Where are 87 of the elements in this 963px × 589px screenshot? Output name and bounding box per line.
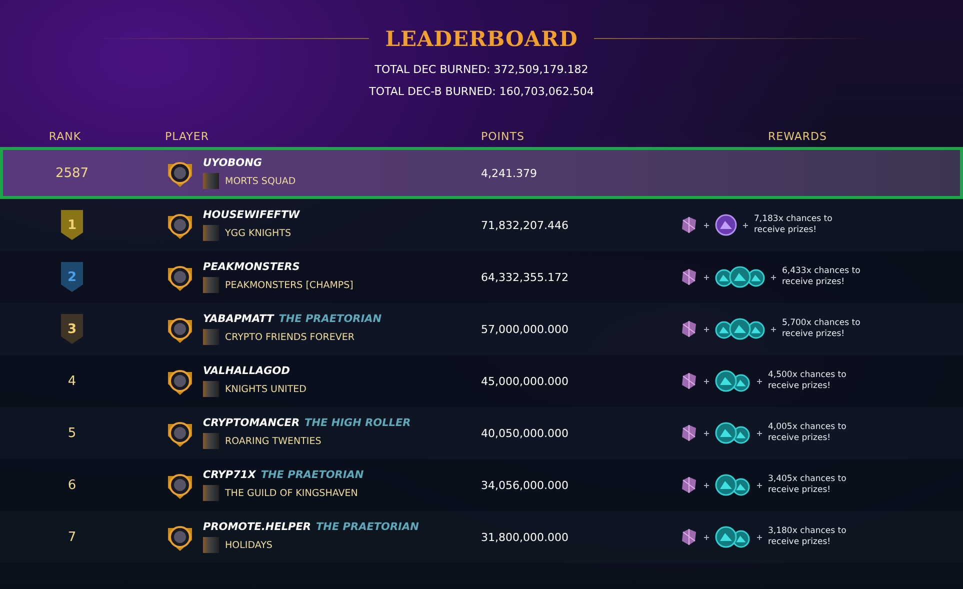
rank-number: 5 — [68, 426, 76, 440]
guild-emblem-icon — [203, 433, 219, 449]
plus-icon — [743, 222, 748, 228]
guild-name[interactable]: ROARING TWENTIES — [225, 436, 322, 446]
column-header: POINTS — [480, 130, 524, 142]
guild-name[interactable]: PEAKMONSTERS [CHAMPS] — [225, 280, 354, 290]
plus-icon — [704, 378, 709, 384]
player-title: THE HIGH ROLLER — [304, 417, 411, 429]
rank-number: 7 — [68, 530, 76, 544]
rank-number: 6 — [68, 478, 76, 492]
player-name[interactable]: YABAPMATT — [203, 313, 274, 325]
page-title: LEADERBOARD — [385, 26, 578, 51]
guild-name[interactable]: HOLIDAYS — [225, 540, 272, 550]
player-name[interactable]: PEAKMONSTERS — [203, 261, 300, 273]
leaderboard-row[interactable]: 2587 UYOBONG MORTS SQUAD 4,241.379 — [0, 147, 963, 199]
rank-number: 2587 — [55, 166, 89, 180]
crystal-icon — [680, 320, 698, 338]
player-name[interactable]: CRYPTOMANCER — [203, 417, 300, 429]
player-name[interactable]: HOUSEWIFEFTW — [203, 209, 300, 221]
points-value: 71,832,207.446 — [480, 218, 570, 232]
points-value: 4,241.379 — [480, 166, 538, 180]
reward-text: 4,005x chances to receive prizes! — [768, 422, 848, 444]
guild-name[interactable]: YGG KNIGHTS — [225, 228, 292, 238]
plus-icon — [704, 534, 709, 540]
leaderboard-row[interactable]: 5 CRYPTOMANCER THE HIGH ROLLER ROARING TWENTIES 40,050,000.000 4,005x chances to receive prizes! — [0, 407, 963, 459]
guild-name[interactable]: THE GUILD OF KINGSHAVEN — [225, 488, 358, 498]
total-burned-text: TOTAL DEC-B BURNED: 160,703,062.504 — [368, 85, 595, 98]
guild-name[interactable]: KNIGHTS UNITED — [225, 384, 306, 394]
guild-emblem-icon — [203, 485, 219, 501]
reward-text: 6,433x chances to receive prizes! — [782, 266, 862, 288]
plus-icon — [771, 326, 776, 332]
rank-badge: 1 — [61, 210, 83, 240]
crystal-icon — [680, 424, 698, 442]
reward-text: 5,700x chances to receive prizes! — [782, 318, 862, 340]
guild-emblem-icon — [203, 381, 219, 397]
points-value: 45,000,000.000 — [480, 374, 570, 388]
plus-icon — [757, 430, 762, 436]
player-name[interactable]: VALHALLAGOD — [203, 365, 290, 377]
leaderboard-row[interactable]: 6 CRYP71X THE PRAETORIAN THE GUILD OF KINGSHAVEN 34,056,000.000 3,405x chances to receive prizes! — [0, 459, 963, 511]
player-name[interactable]: PROMOTE.HELPER — [203, 521, 312, 533]
guild-emblem-icon — [203, 329, 219, 345]
crystal-icon — [680, 528, 698, 546]
rank-badge: 2 — [61, 262, 83, 292]
total-burned-text: TOTAL DEC BURNED: 372,509,179.182 — [374, 63, 590, 76]
leaderboard-row[interactable]: 2 PEAKMONSTERS PEAKMONSTERS [CHAMPS] 64,332,355.172 6,433x chances to receive prizes! — [0, 251, 963, 303]
crystal-icon — [680, 216, 698, 234]
rank-number: 4 — [68, 374, 76, 388]
plus-icon — [757, 378, 762, 384]
player-title: THE PRAETORIAN — [260, 469, 364, 481]
plus-icon — [704, 482, 709, 488]
guild-emblem-icon — [203, 225, 219, 241]
leaderboard-row[interactable]: 4 VALHALLAGOD KNIGHTS UNITED 45,000,000.000 4,500x chances to receive prizes! — [0, 355, 963, 407]
rank-badge: 3 — [61, 314, 83, 344]
points-value: 57,000,000.000 — [480, 322, 570, 336]
guild-name[interactable]: CRYPTO FRIENDS FOREVER — [225, 332, 354, 342]
guild-emblem-icon — [203, 537, 219, 553]
plus-icon — [704, 222, 709, 228]
plus-icon — [704, 430, 709, 436]
column-header: PLAYER — [164, 130, 209, 142]
plus-icon — [757, 482, 762, 488]
crystal-icon — [680, 476, 698, 494]
plus-icon — [704, 326, 709, 332]
guild-emblem-icon — [203, 277, 219, 293]
plus-icon — [704, 274, 709, 280]
player-name[interactable]: UYOBONG — [203, 157, 262, 169]
crystal-icon — [680, 372, 698, 390]
plus-icon — [757, 534, 762, 540]
points-value: 40,050,000.000 — [480, 426, 570, 440]
leaderboard-row[interactable]: 7 PROMOTE.HELPER THE PRAETORIAN HOLIDAYS 31,800,000.000 3,180x chances to receive prizes! — [0, 511, 963, 563]
points-value: 34,056,000.000 — [480, 478, 570, 492]
reward-text: 3,405x chances to receive prizes! — [768, 474, 848, 496]
column-header: RANK — [48, 130, 82, 142]
leaderboard-row[interactable]: 1 HOUSEWIFEFTW YGG KNIGHTS 71,832,207.446 7,183x chances to receive prizes! — [0, 199, 963, 251]
reward-text: 4,500x chances to receive prizes! — [768, 370, 848, 392]
guild-emblem-icon — [203, 173, 219, 189]
points-value: 31,800,000.000 — [480, 530, 570, 544]
plus-icon — [771, 274, 776, 280]
points-value: 64,332,355.172 — [480, 270, 570, 284]
guild-name[interactable]: MORTS SQUAD — [225, 176, 296, 186]
player-title: THE PRAETORIAN — [278, 313, 382, 325]
crystal-icon — [680, 268, 698, 286]
player-title: THE PRAETORIAN — [316, 521, 419, 533]
reward-text: 3,180x chances to receive prizes! — [768, 526, 848, 548]
leaderboard-row[interactable]: 3 YABAPMATT THE PRAETORIAN CRYPTO FRIENDS FOREVER 57,000,000.000 5,700x chances to receive prizes! — [0, 303, 963, 355]
reward-text: 7,183x chances to receive prizes! — [754, 214, 834, 236]
player-name[interactable]: CRYP71X — [203, 469, 256, 481]
column-header: REWARDS — [767, 130, 827, 142]
